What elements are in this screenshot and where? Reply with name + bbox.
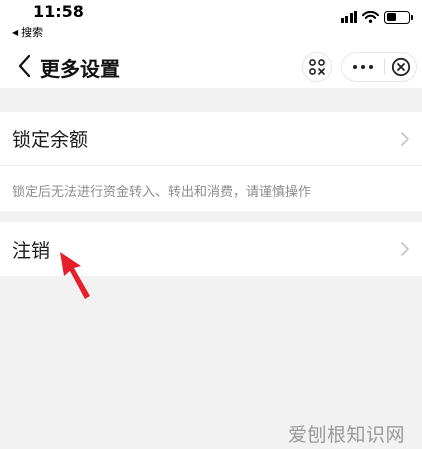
battery-icon	[384, 10, 413, 24]
triangle-left-icon: ◀	[12, 27, 19, 37]
lock-balance-note-text: 锁定后无法进行资金转入、转出和消费，请谨慎操作	[12, 185, 312, 200]
more-button[interactable]	[342, 53, 384, 81]
watermark: 爱刨根知识网	[288, 424, 406, 446]
status-time: 11:58	[33, 2, 84, 21]
status-icons	[340, 9, 413, 25]
chevron-right-icon	[401, 242, 409, 256]
signal-icon	[340, 11, 357, 23]
lock-balance-note: 锁定后无法进行资金转入、转出和消费，请谨慎操作	[0, 165, 422, 211]
mini-program-capsule	[341, 52, 417, 82]
cancel-account-label: 注销	[12, 239, 51, 262]
more-dots-icon	[353, 65, 357, 69]
back-to-app[interactable]: ◀ 搜索	[12, 24, 43, 40]
chevron-right-icon	[401, 131, 409, 146]
scan-icon	[309, 59, 325, 75]
chevron-left-icon[interactable]	[14, 52, 36, 80]
close-circle-icon	[391, 57, 410, 77]
scan-button[interactable]	[302, 52, 332, 82]
wifi-icon	[362, 11, 379, 23]
back-app-label: 搜索	[21, 26, 44, 39]
lock-balance-label: 锁定余额	[12, 129, 89, 151]
page-title: 更多设置	[40, 57, 120, 81]
red-arrow-icon	[60, 252, 90, 299]
close-button[interactable]	[385, 53, 416, 81]
lock-balance-row[interactable]: 锁定余额	[0, 112, 422, 165]
top-bar: 11:58 ◀ 搜索 更多设置	[0, 0, 422, 88]
